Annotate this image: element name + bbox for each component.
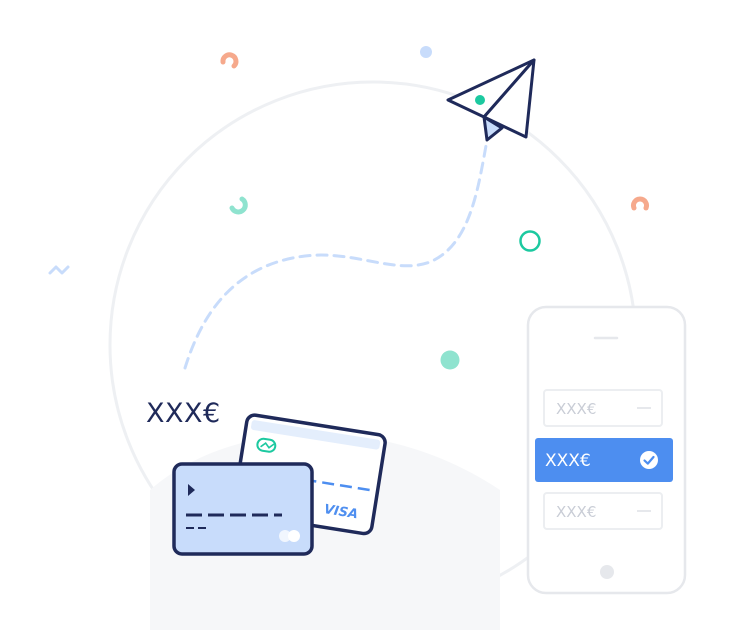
front-card (172, 462, 314, 556)
amount-option-3[interactable]: XXX€ (543, 492, 663, 530)
confetti-ring-teal (519, 230, 541, 252)
amount-label: XXX€ (146, 398, 221, 429)
phone: XXX€ XXX€ XXX€ (526, 305, 687, 595)
confetti-arc-salmon-right (631, 196, 649, 211)
payment-illustration: XXX€ VISA XXX€ XXX€ XXX€ (48, 46, 687, 630)
amount-option-1[interactable]: XXX€ (543, 389, 663, 427)
confetti-dot-mint (440, 350, 460, 370)
amount-option-label: XXX€ (556, 503, 596, 521)
confetti-arc-mint-left (229, 196, 248, 215)
check-circle-icon (640, 451, 658, 469)
amount-option-2-selected[interactable]: XXX€ (535, 438, 673, 482)
confetti-squiggle-blue (48, 265, 70, 275)
confetti-arc-salmon-top (220, 52, 239, 69)
paper-plane-icon (446, 58, 536, 142)
flight-path-dashed (183, 138, 489, 370)
confetti-dot-blue-top (420, 46, 432, 58)
phone-home-button (600, 565, 614, 579)
amount-option-label: XXX€ (545, 451, 591, 471)
amount-option-label: XXX€ (556, 400, 596, 418)
